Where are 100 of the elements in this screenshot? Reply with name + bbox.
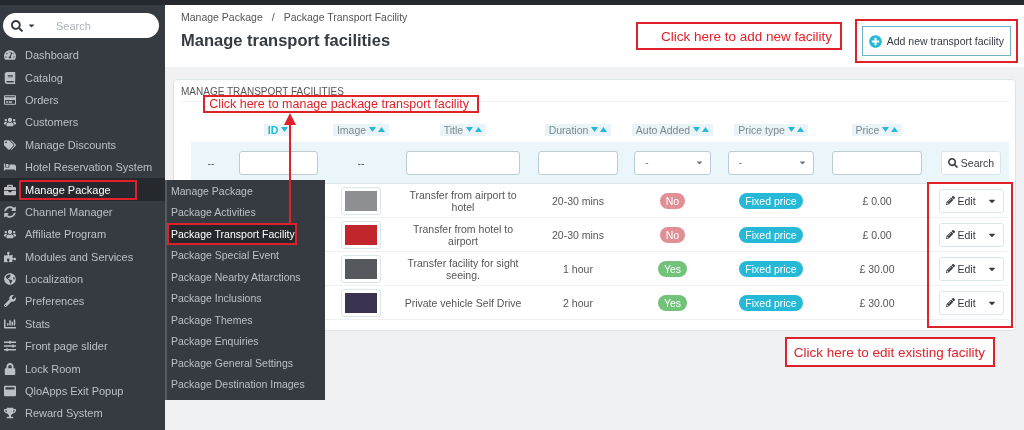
callout-note: Click here to edit existing facility	[785, 337, 995, 367]
submenu-item[interactable]: Manage Package	[167, 180, 325, 202]
column-header[interactable]: Price	[851, 124, 903, 136]
breadcrumb-link[interactable]: Package Transport Facility	[283, 11, 408, 23]
submenu-item[interactable]: Package Special Event	[167, 244, 325, 266]
book-icon	[4, 71, 16, 84]
add-button[interactable]: Add new transport facility	[861, 26, 1011, 56]
submenu-item[interactable]: Package General Settings	[167, 352, 325, 374]
sort-icon[interactable]	[369, 127, 386, 133]
search-icon	[947, 157, 958, 168]
duration-cell-text: 20-30 mins	[551, 194, 605, 207]
sort-icon[interactable]	[591, 127, 608, 133]
column-header[interactable]: Duration	[544, 124, 612, 136]
submenu-item[interactable]: Package Transport Facility	[167, 223, 297, 245]
sidebar-item-label: Manage Package	[21, 181, 135, 198]
submenu-item[interactable]: Package Enquiries	[167, 330, 325, 352]
sidebar-item[interactable]: Dashboard	[0, 44, 165, 67]
empty-filter: --	[357, 156, 365, 169]
search-button[interactable]: Search	[940, 150, 1002, 175]
sidebar-item-label: Localization	[24, 272, 85, 288]
sidebar-item-label: Front page slider	[24, 339, 109, 355]
filter-field[interactable]	[239, 150, 318, 175]
sidebar-item[interactable]: Preferences	[0, 290, 165, 313]
sidebar-item-label: Catalog	[24, 70, 64, 86]
sort-icon[interactable]	[787, 127, 804, 133]
add-icon	[868, 34, 882, 48]
filter-field[interactable]	[406, 150, 520, 175]
sidebar-item-label: Channel Manager	[24, 204, 114, 220]
price-type-badge: Fixed price	[739, 192, 803, 209]
sidebar-item[interactable]: Affiliate Program	[0, 223, 165, 246]
sidebar-item[interactable]: Stats	[0, 312, 165, 336]
photo-placeholder	[341, 220, 381, 249]
chevron-icon	[798, 158, 808, 167]
wrench-icon	[4, 295, 16, 308]
dashboard-icon	[4, 49, 16, 62]
sidebar-item[interactable]: Localization	[0, 267, 165, 291]
chevron-icon	[694, 158, 704, 167]
title-cell-text: Transfer from hotel to airport	[412, 222, 514, 247]
sidebar-item[interactable]: Front page slider	[0, 335, 165, 358]
pencil-icon	[945, 298, 955, 307]
sidebar-item-label: Manage Discounts	[24, 137, 118, 153]
photo-placeholder	[341, 254, 381, 283]
price-type-badge: Fixed price	[739, 260, 803, 277]
breadcrumb-link[interactable]: Manage Package	[181, 11, 263, 23]
submenu-item[interactable]: Package Themes	[167, 309, 325, 331]
column-header[interactable]: Image	[332, 124, 390, 136]
pencil-icon	[945, 264, 955, 273]
sidebar-item[interactable]: Reward System	[0, 402, 165, 425]
sidebar-item-label: Dashboard	[24, 48, 80, 64]
submenu-item[interactable]: Package Activities	[167, 201, 325, 223]
page-title: Manage transport facilities	[181, 31, 392, 50]
sort-icon[interactable]	[281, 127, 290, 133]
column-header[interactable]: Title	[439, 124, 487, 136]
pencil-icon	[945, 196, 955, 205]
sidebar-item-label: Hotel Reservation System	[24, 160, 154, 176]
submenu-item[interactable]: Package Nearby Attarctions	[167, 266, 325, 288]
column-header[interactable]: Price type	[734, 124, 808, 136]
edit-button[interactable]: Edit	[938, 188, 1004, 213]
bed-icon	[4, 161, 16, 174]
briefcase-icon	[4, 183, 16, 196]
column-header[interactable]: Auto Added	[631, 124, 714, 136]
credit-card-icon	[4, 93, 16, 106]
filter-dropdown[interactable]: -	[634, 150, 711, 175]
sidebar-item-label: Orders	[24, 92, 60, 108]
filter-dropdown[interactable]: -	[727, 150, 815, 175]
sidebar-item[interactable]: Customers	[0, 111, 165, 134]
sort-icon[interactable]	[882, 127, 899, 133]
submenu-item[interactable]: Package Destination Images	[167, 373, 325, 395]
filter-field[interactable]	[832, 150, 922, 175]
callout-note: Click here to add new facility	[636, 22, 842, 50]
puzzle-icon	[4, 250, 16, 263]
auto-added-badge: Yes	[657, 260, 688, 277]
edit-button[interactable]: Edit	[938, 256, 1004, 281]
sidebar-item[interactable]: Orders	[0, 88, 165, 112]
users-icon	[4, 228, 16, 241]
edit-button[interactable]: Edit	[938, 290, 1004, 315]
refresh-icon	[4, 205, 16, 218]
breadcrumb-separator: /	[271, 11, 275, 23]
trophy-icon	[4, 407, 16, 420]
sidebar-item[interactable]: Manage Package	[0, 178, 165, 201]
sidebar-item[interactable]: Manage Discounts	[0, 133, 165, 156]
sidebar-item-label: QloApps Exit Popup	[24, 384, 125, 400]
sort-icon[interactable]	[466, 127, 483, 133]
sort-icon[interactable]	[693, 127, 710, 133]
edit-button[interactable]: Edit	[938, 222, 1004, 247]
search-field[interactable]: Search	[54, 18, 151, 33]
pencil-icon	[945, 230, 955, 239]
sidebar-item[interactable]: Modules and Services	[0, 245, 165, 268]
submenu-item[interactable]: Package Inclusions	[167, 287, 325, 309]
price-cell-text: £ 0.00	[861, 194, 893, 207]
duration-cell-text: 1 hour	[562, 262, 594, 275]
sidebar-item[interactable]: QloApps Exit Popup	[0, 379, 165, 403]
sidebar-item[interactable]: Channel Manager	[0, 200, 165, 224]
globe-icon	[4, 273, 16, 286]
filter-field[interactable]	[538, 150, 618, 175]
search-box[interactable]: Search	[3, 13, 159, 38]
sidebar-item[interactable]: Hotel Reservation System	[0, 155, 165, 179]
duration-cell-text: 2 hour	[562, 296, 594, 309]
sidebar-item[interactable]: Lock Room	[0, 357, 165, 380]
sidebar-item[interactable]: Catalog	[0, 66, 165, 89]
